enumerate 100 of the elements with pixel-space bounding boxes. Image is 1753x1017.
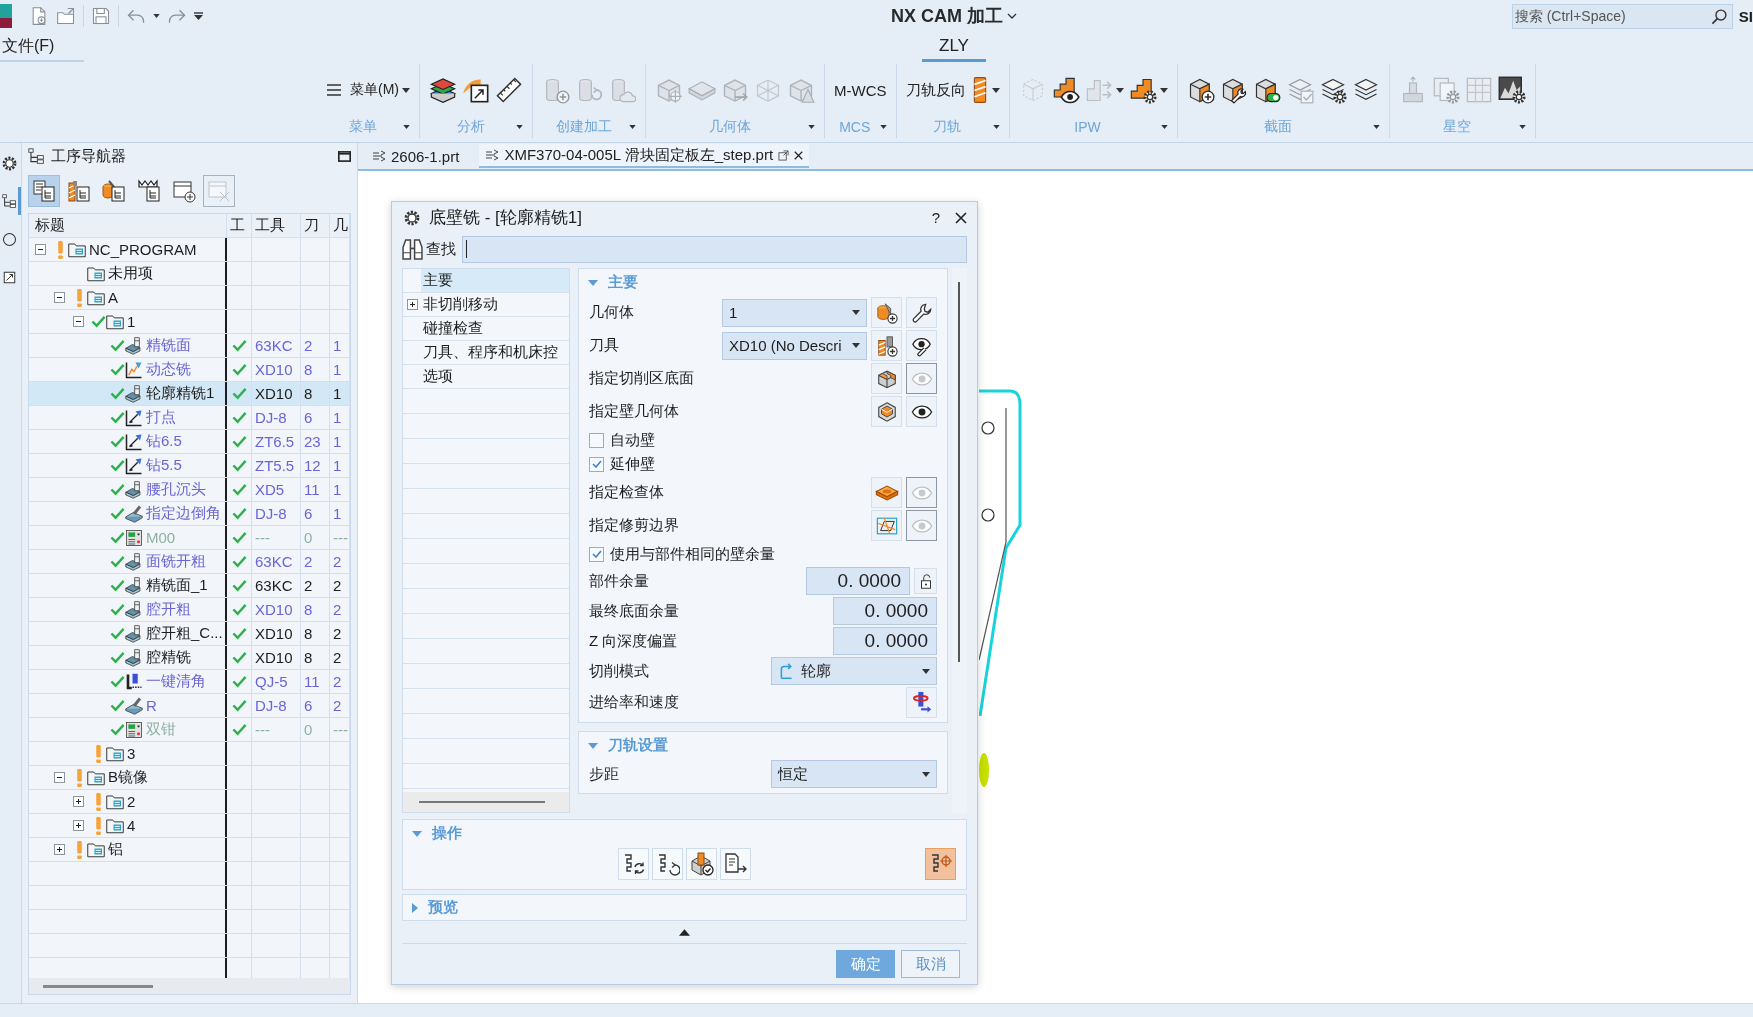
caret-icon[interactable] <box>1518 125 1526 129</box>
caret-icon[interactable] <box>1160 125 1168 129</box>
maximize-icon[interactable] <box>338 150 351 162</box>
caret-icon[interactable] <box>679 928 690 936</box>
ribbon-button[interactable]: M-WCS <box>834 81 887 99</box>
caret-icon[interactable] <box>992 125 1000 129</box>
collapse-icon[interactable] <box>54 772 65 783</box>
file-menu[interactable]: 文件(F) <box>0 32 84 62</box>
checkbox[interactable] <box>589 456 604 472</box>
tree-row[interactable]: 面铣开粗 63KC 2 2 <box>29 550 350 574</box>
gear-icon[interactable] <box>404 209 420 226</box>
tree-row[interactable]: 钻6.5 ZT6.5 23 1 <box>29 430 350 454</box>
tree-row[interactable]: 腔精铣 XD10 8 2 <box>29 646 350 670</box>
tree-item[interactable]: 碰撞检查 <box>421 317 569 340</box>
caret-icon[interactable] <box>629 125 636 129</box>
ribbon-button[interactable]: 刀轨反向 <box>905 80 966 100</box>
find-field[interactable] <box>462 235 967 263</box>
tree-row[interactable]: 精铣面 63KC 2 1 <box>29 334 350 358</box>
tree-item[interactable]: 选项 <box>421 365 569 388</box>
tree-item[interactable]: 主要 <box>421 269 569 292</box>
dropdown[interactable]: 恒定 <box>771 760 937 788</box>
caret-icon[interactable] <box>991 87 1000 93</box>
caret-icon[interactable] <box>1372 125 1380 129</box>
stairs-eye-icon[interactable] <box>1051 76 1080 104</box>
tree-row[interactable]: 腰孔沉头 XD5 11 1 <box>29 478 350 502</box>
table-cell: 63KC <box>255 553 293 570</box>
dropdown[interactable]: 1 <box>722 298 867 327</box>
open-file-icon[interactable] <box>56 6 76 26</box>
scrollbar[interactable] <box>43 984 153 988</box>
tree-row[interactable]: R DJ-8 6 2 <box>29 694 350 718</box>
dropdown[interactable]: XD10 (No Descri <box>722 331 867 360</box>
field-label: 进给率和速度 <box>589 692 680 712</box>
tree-row[interactable]: 精铣面_1 63KC 2 2 <box>29 574 350 598</box>
number-field[interactable]: 0. 0000 <box>833 627 937 655</box>
number-field[interactable]: 0. 0000 <box>833 597 937 625</box>
tree-row[interactable]: 铝 <box>29 838 350 862</box>
close-icon[interactable] <box>955 211 967 224</box>
tree-item[interactable]: 刀具、程序和机床控 <box>421 341 569 364</box>
caret-icon[interactable] <box>153 14 160 18</box>
caret-icon[interactable] <box>1159 87 1168 93</box>
tree-row[interactable]: 1 <box>29 310 350 334</box>
document-arrow-icon <box>723 852 748 876</box>
tree-row[interactable]: 打点 DJ-8 6 1 <box>29 406 350 430</box>
column-header[interactable]: 工 <box>230 216 245 235</box>
chart-gear-icon[interactable] <box>1497 76 1526 104</box>
table-cell: 8 <box>304 625 313 642</box>
stairs-gear-icon[interactable] <box>1128 76 1157 104</box>
document-tab[interactable]: 2606-1.prt <box>366 144 466 168</box>
column-header[interactable]: 工具 <box>255 216 285 235</box>
checkbox[interactable] <box>589 432 604 448</box>
tree-row[interactable]: 钻5.5 ZT5.5 12 1 <box>29 454 350 478</box>
tree-row[interactable]: B镜像 <box>29 766 350 790</box>
collapse-icon[interactable] <box>54 292 65 303</box>
tree-row[interactable]: 轮廓精铣1 XD10 8 1 <box>29 382 350 406</box>
expand-icon[interactable] <box>73 820 84 831</box>
scrollbar[interactable] <box>958 282 960 662</box>
popout-icon[interactable] <box>778 149 790 161</box>
caret-icon[interactable] <box>879 125 887 129</box>
customize-caret-icon[interactable] <box>194 12 203 20</box>
app-logo-icon[interactable] <box>0 4 12 28</box>
tree-row[interactable]: NC_PROGRAM <box>29 238 350 262</box>
table-cell: DJ-8 <box>255 409 287 426</box>
chevron-icon[interactable] <box>1007 13 1017 19</box>
expand-icon[interactable] <box>406 299 418 310</box>
caret-icon[interactable] <box>516 125 523 129</box>
tree-row[interactable]: 一键清角 QJ-5 11 2 <box>29 670 350 694</box>
tree-row[interactable]: 2 <box>29 790 350 814</box>
tree-row[interactable]: 腔开粗 XD10 8 2 <box>29 598 350 622</box>
column-header[interactable]: 几 <box>333 216 348 235</box>
save-icon[interactable] <box>91 6 111 26</box>
document-tab[interactable]: XMF370-04-005L 滑块固定板左_step.prt <box>479 144 810 168</box>
menu-button[interactable]: 菜单(M) <box>327 81 399 99</box>
dropdown[interactable]: 轮廓 <box>771 657 937 685</box>
caret-icon[interactable] <box>403 125 410 129</box>
stacked-plates-icon[interactable] <box>429 76 457 104</box>
tree-row[interactable]: 腔开粗_C... XD10 8 2 <box>29 622 350 646</box>
search-field[interactable]: 搜索 (Ctrl+Space) <box>1511 3 1733 29</box>
tree-row[interactable]: 指定边倒角 DJ-8 6 1 <box>29 502 350 526</box>
collapse-icon[interactable] <box>35 244 46 255</box>
lock-button[interactable] <box>914 568 937 594</box>
expand-icon[interactable] <box>73 796 84 807</box>
number-field[interactable]: 0. 0000 <box>806 567 910 595</box>
column-header[interactable]: 刀 <box>304 216 319 235</box>
collapse-icon[interactable] <box>73 316 84 327</box>
column-header[interactable]: 标题 <box>35 216 65 235</box>
tree-row[interactable]: A <box>29 286 350 310</box>
help-button[interactable]: ? <box>925 209 946 226</box>
expand-icon[interactable] <box>54 844 65 855</box>
ribbon-tab[interactable]: ZLY <box>922 32 986 62</box>
toolbar-button[interactable] <box>28 175 60 207</box>
tree-row[interactable]: 4 <box>29 814 350 838</box>
close-icon[interactable] <box>794 150 804 160</box>
checkbox[interactable] <box>589 546 604 562</box>
tree-row[interactable]: 未用项 <box>29 262 350 286</box>
scrollbar[interactable] <box>419 801 545 803</box>
tree-item[interactable]: 非切削移动 <box>421 293 569 316</box>
tree-row[interactable]: 3 <box>29 742 350 766</box>
node-label: 动态铣 <box>146 360 191 379</box>
caret-icon[interactable] <box>808 125 815 129</box>
caret-icon[interactable] <box>402 87 410 93</box>
